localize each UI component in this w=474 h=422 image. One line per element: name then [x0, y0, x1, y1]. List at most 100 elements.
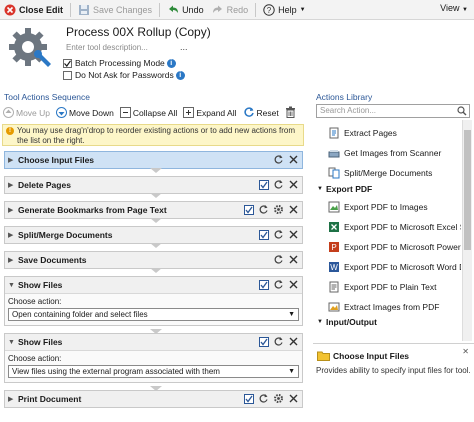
action-header[interactable]: ▼ Show Files	[5, 334, 302, 350]
toolbar-divider	[159, 2, 161, 17]
batch-mode-checkbox[interactable]	[63, 58, 72, 68]
choose-action-select[interactable]: Open containing folder and select files …	[8, 308, 299, 321]
library-item-export-powerpoint[interactable]: P Export PDF to Microsoft PowerPoint	[327, 240, 461, 253]
expand-arrow-icon[interactable]: ▶	[8, 256, 16, 264]
library-group-input-output[interactable]: ▼ Input/Output	[317, 317, 377, 327]
choose-action-select[interactable]: View files using the external program as…	[8, 365, 299, 378]
enabled-checkbox-icon[interactable]	[258, 179, 269, 190]
scrollbar-thumb[interactable]	[464, 130, 471, 250]
action-save-documents[interactable]: ▶ Save Documents	[4, 251, 303, 269]
enabled-checkbox-icon[interactable]	[258, 336, 269, 347]
info-icon[interactable]: i	[166, 58, 176, 68]
move-down-button[interactable]: Move Down	[53, 106, 117, 120]
enabled-checkbox-icon[interactable]	[243, 204, 254, 215]
sequence-connector	[150, 168, 162, 173]
library-item-export-excel[interactable]: Export PDF to Microsoft Excel Spread	[327, 220, 461, 233]
action-header[interactable]: ▶ Split/Merge Documents	[5, 227, 302, 243]
delete-action-button[interactable]	[282, 106, 299, 120]
description-more-button[interactable]: ...	[180, 42, 188, 52]
library-item-split-merge[interactable]: Split/Merge Documents	[327, 166, 432, 179]
close-icon[interactable]: ✕	[462, 347, 469, 356]
reset-action-icon[interactable]	[273, 229, 284, 240]
remove-action-icon[interactable]	[288, 229, 299, 240]
reset-action-icon[interactable]	[273, 336, 284, 347]
action-choose-input-files[interactable]: ▶ Choose Input Files	[4, 151, 303, 169]
library-item-get-images-scanner[interactable]: Get Images from Scanner	[327, 146, 441, 159]
tool-description-input[interactable]: Enter tool description...	[66, 43, 148, 52]
redo-button[interactable]: Redo	[208, 1, 253, 19]
action-split-merge[interactable]: ▶ Split/Merge Documents	[4, 226, 303, 244]
action-header[interactable]: ▼ Show Files	[5, 277, 302, 293]
action-delete-pages[interactable]: ▶ Delete Pages	[4, 176, 303, 194]
library-item-export-images[interactable]: Export PDF to Images	[327, 200, 428, 213]
action-header[interactable]: ▶ Delete Pages	[5, 177, 302, 193]
save-changes-label: Save Changes	[93, 4, 153, 15]
collapse-arrow-icon[interactable]: ▼	[8, 282, 16, 289]
remove-action-icon[interactable]	[288, 279, 299, 290]
action-generate-bookmarks[interactable]: ▶ Generate Bookmarks from Page Text	[4, 201, 303, 219]
expand-arrow-icon[interactable]: ▶	[8, 231, 16, 239]
no-ask-password-row[interactable]: Do Not Ask for Passwords i	[63, 70, 185, 80]
action-print-document[interactable]: ▶ Print Document	[4, 390, 303, 408]
remove-action-icon[interactable]	[288, 154, 299, 165]
library-item-export-text[interactable]: Export PDF to Plain Text	[327, 280, 436, 293]
remove-action-icon[interactable]	[288, 336, 299, 347]
action-header[interactable]: ▶ Print Document	[5, 391, 302, 407]
search-action-input[interactable]: Search Action...	[316, 104, 470, 118]
library-item-extract-images[interactable]: Extract Images from PDF	[327, 300, 439, 313]
toolbar-divider	[255, 2, 257, 17]
view-label: View	[440, 3, 460, 13]
settings-gear-icon[interactable]	[273, 204, 284, 215]
undo-button[interactable]: Undo	[163, 1, 208, 19]
reset-action-icon[interactable]	[258, 393, 269, 404]
library-group-export-pdf[interactable]: ▼ Export PDF	[317, 184, 372, 194]
expand-arrow-icon[interactable]: ▶	[8, 156, 16, 164]
no-ask-password-checkbox[interactable]	[63, 70, 72, 80]
tool-title[interactable]: Process 00X Rollup (Copy)	[66, 25, 211, 39]
enabled-checkbox-icon[interactable]	[243, 393, 254, 404]
expand-arrow-icon[interactable]: ▶	[8, 395, 16, 403]
move-up-button[interactable]: Move Up	[0, 106, 53, 120]
library-scrollbar[interactable]	[462, 120, 472, 341]
save-changes-button[interactable]: Save Changes	[74, 1, 156, 19]
action-header[interactable]: ▶ Choose Input Files	[5, 152, 302, 168]
expand-arrow-icon[interactable]: ▶	[8, 206, 16, 214]
reset-action-icon[interactable]	[273, 254, 284, 265]
expand-all-button[interactable]: Expand All	[180, 106, 239, 120]
enabled-checkbox-icon[interactable]	[258, 229, 269, 240]
reset-action-icon[interactable]	[273, 279, 284, 290]
action-name: Choose Input Files	[18, 155, 95, 165]
view-menu[interactable]: View ▼	[440, 3, 468, 13]
action-header[interactable]: ▶ Save Documents	[5, 252, 302, 268]
library-item-export-word[interactable]: W Export PDF to Microsoft Word Docu	[327, 260, 461, 273]
action-show-files-2[interactable]: ▼ Show Files Choose action: View files u…	[4, 333, 303, 383]
collapse-arrow-icon: ▼	[317, 319, 323, 325]
action-name: Split/Merge Documents	[18, 230, 113, 240]
settings-gear-icon[interactable]	[273, 393, 284, 404]
reset-button[interactable]: Reset	[240, 106, 282, 120]
extract-images-icon	[327, 300, 340, 313]
info-icon[interactable]: i	[175, 70, 185, 80]
help-button[interactable]: ? Help ▼	[259, 1, 309, 19]
expand-arrow-icon[interactable]: ▶	[8, 181, 16, 189]
close-edit-button[interactable]: Close Edit	[0, 1, 67, 19]
reset-action-icon[interactable]	[258, 204, 269, 215]
text-file-icon	[327, 280, 340, 293]
remove-action-icon[interactable]	[288, 393, 299, 404]
collapse-arrow-icon[interactable]: ▼	[8, 339, 16, 346]
remove-action-icon[interactable]	[288, 204, 299, 215]
collapse-all-button[interactable]: Collapse All	[117, 106, 180, 120]
remove-action-icon[interactable]	[288, 179, 299, 190]
powerpoint-icon: P	[327, 240, 340, 253]
sequence-section-title: Tool Actions Sequence	[4, 92, 91, 102]
library-item-extract-pages[interactable]: Extract Pages	[327, 126, 397, 139]
remove-action-icon[interactable]	[288, 254, 299, 265]
action-header[interactable]: ▶ Generate Bookmarks from Page Text	[5, 202, 302, 218]
enabled-checkbox-icon[interactable]	[258, 279, 269, 290]
action-show-files-1[interactable]: ▼ Show Files Choose action: Open contain…	[4, 276, 303, 326]
close-icon	[4, 4, 16, 16]
move-up-label: Move Up	[16, 108, 51, 118]
batch-mode-row[interactable]: Batch Processing Mode i	[63, 58, 176, 68]
reset-action-icon[interactable]	[273, 179, 284, 190]
reset-action-icon[interactable]	[273, 154, 284, 165]
